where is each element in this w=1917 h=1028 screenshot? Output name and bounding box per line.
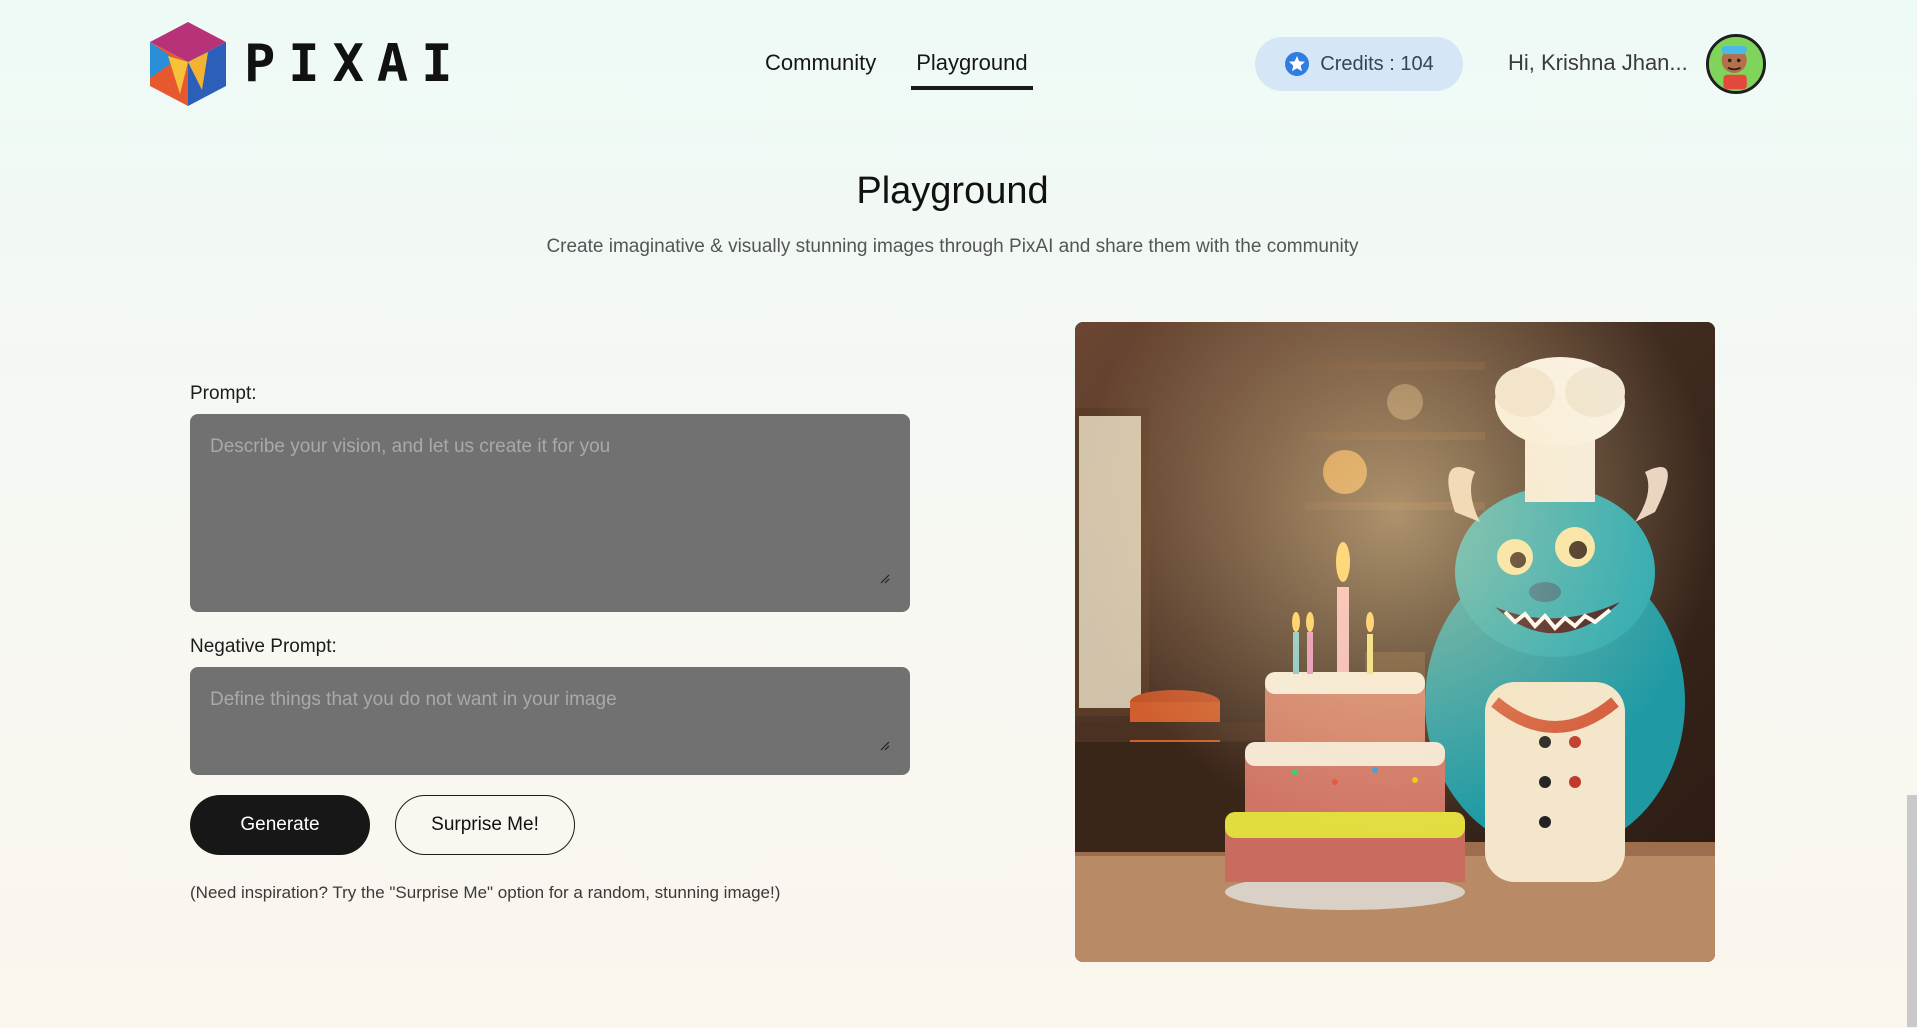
playground-page: PIXAI Community Playground Credits : 104… [0, 0, 1917, 1028]
main-nav: Community Playground [760, 44, 1033, 90]
credits-badge[interactable]: Credits : 104 [1255, 37, 1463, 91]
page-scrollbar[interactable] [1907, 795, 1917, 1027]
negative-prompt-input[interactable] [190, 667, 910, 775]
prompt-field-wrap [190, 414, 910, 612]
pixai-cube-icon [150, 22, 226, 106]
brand-logo[interactable]: PIXAI [146, 20, 466, 108]
nav-playground[interactable]: Playground [911, 44, 1033, 90]
page-title: Playground [856, 170, 1049, 212]
surprise-me-button[interactable]: Surprise Me! [395, 795, 575, 855]
prompt-input[interactable] [190, 414, 910, 612]
user-greeting: Hi, Krishna Jhan... [1508, 50, 1688, 75]
generated-image-illustration [1075, 322, 1715, 962]
resize-handle-icon[interactable] [880, 574, 890, 584]
star-icon [1285, 52, 1310, 76]
top-header: PIXAI Community Playground Credits : 104… [0, 0, 1917, 130]
prompt-label: Prompt: [190, 383, 257, 404]
negative-prompt-field-wrap [190, 667, 910, 775]
generate-button[interactable]: Generate [190, 795, 370, 855]
brand-name: PIXAI [244, 34, 466, 94]
credits-label: Credits : 104 [1320, 52, 1434, 75]
nav-community[interactable]: Community [760, 44, 881, 90]
generated-image [1075, 322, 1715, 962]
user-avatar[interactable] [1706, 34, 1766, 94]
avatar-face-icon [1709, 37, 1763, 91]
negative-prompt-label: Negative Prompt: [190, 636, 337, 657]
inspiration-hint: (Need inspiration? Try the "Surprise Me"… [190, 883, 781, 902]
resize-handle-icon[interactable] [880, 741, 890, 751]
page-subtitle: Create imaginative & visually stunning i… [546, 236, 1359, 257]
